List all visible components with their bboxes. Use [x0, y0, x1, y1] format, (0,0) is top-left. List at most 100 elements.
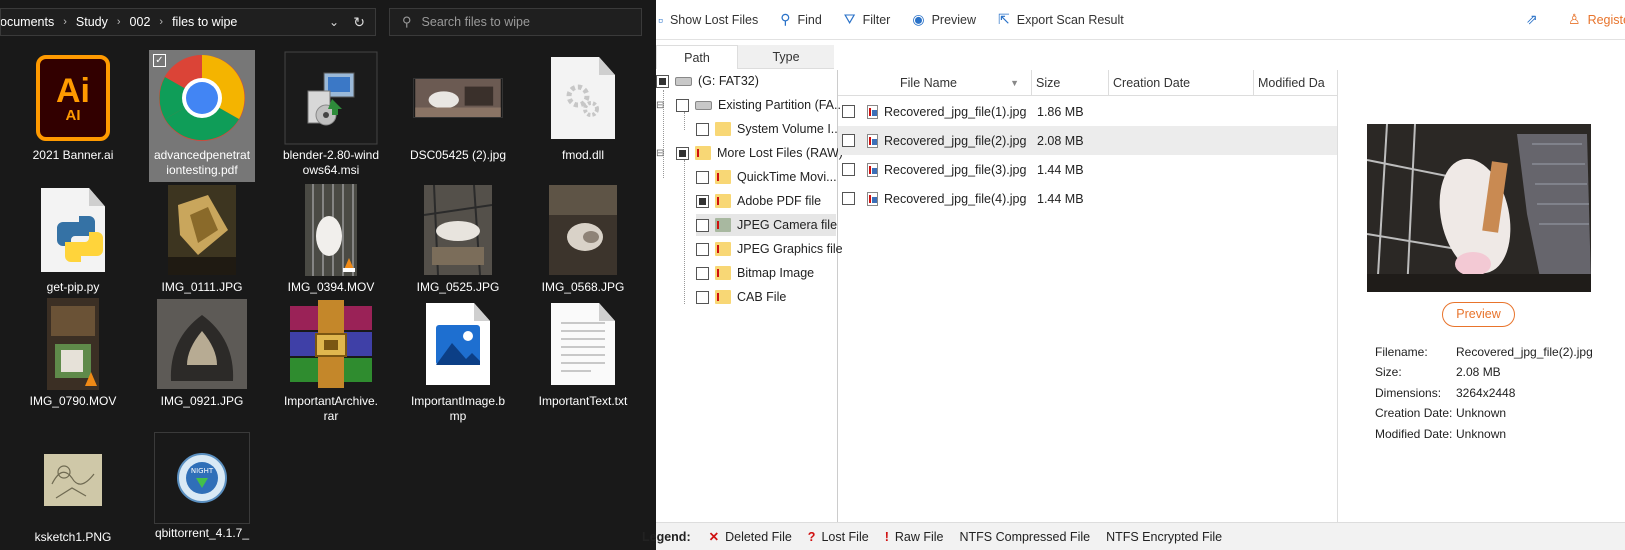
raw-icon: ! [884, 529, 889, 544]
file-item[interactable]: blender-2.80-windows64.msi [278, 50, 384, 178]
checkbox[interactable] [842, 105, 855, 118]
filter-button[interactable]: ⛛ Filter [844, 11, 891, 28]
breadcrumb-documents[interactable]: Documents [1, 15, 54, 29]
file-name: IMG_0921.JPG [160, 394, 244, 408]
checkbox[interactable] [696, 194, 709, 208]
detail-label: Modified Date: [1375, 427, 1453, 441]
legend-text: NTFS Encrypted File [1106, 529, 1223, 544]
file-item[interactable]: Ai AI 2021 Banner.ai [20, 50, 126, 163]
preview-action-button[interactable]: Preview [1442, 302, 1515, 327]
legend-ntfs-encrypted: NTFS Encrypted File [1106, 530, 1222, 544]
file-item[interactable]: ImportantArchive.rar [278, 296, 384, 424]
file-item[interactable]: IMG_0525.JPG [405, 182, 511, 295]
file-item[interactable]: IMG_0394.MOV [278, 182, 384, 295]
file-item[interactable]: ksketch1.PNG [20, 432, 126, 545]
tree-label: Bitmap Image [737, 266, 815, 280]
filter-icon: ⛛ [843, 11, 856, 27]
file-name: Recovered_jpg_file(2).jpg [884, 133, 1027, 148]
filter-label: Filter [862, 12, 891, 27]
detail-label: Filename: [1375, 345, 1428, 359]
image-file-icon [405, 296, 511, 392]
file-item[interactable]: NIGHT qbittorrent_4.1.7_ [149, 432, 255, 541]
chevron-down-icon[interactable]: ⌄ [329, 15, 339, 29]
photo-thumbnail [149, 296, 255, 392]
checkbox[interactable] [696, 242, 709, 256]
file-item[interactable]: IMG_0790.MOV [20, 296, 126, 409]
checkbox[interactable]: ✓ [153, 54, 166, 67]
search-input[interactable]: ⚲ Search files to wipe [389, 8, 642, 36]
file-item[interactable]: fmod.dll [530, 50, 636, 163]
column-label: Modified Da [1258, 76, 1325, 90]
find-button[interactable]: ⚲ Find [780, 11, 822, 28]
checkbox[interactable] [842, 163, 855, 176]
column-creation-date[interactable]: Creation Date [1109, 70, 1254, 96]
register-button[interactable]: ♙ Registe [1568, 11, 1625, 28]
photo-thumbnail [530, 182, 636, 278]
checkbox[interactable] [696, 218, 709, 232]
tab-type[interactable]: Type [738, 45, 834, 69]
show-lost-files-label: Show Lost Files [669, 12, 759, 27]
tree-item-cab[interactable]: CAB File [696, 286, 786, 308]
table-row[interactable]: Recovered_jpg_file(4).jpg 1.44 MB [838, 184, 1337, 213]
column-file-name[interactable]: File Name ▼ [838, 70, 1032, 96]
search-icon: ⚲ [402, 14, 412, 29]
checkbox[interactable] [696, 290, 709, 304]
tree-item-existing-partition[interactable]: ⊟ Existing Partition (FA... [656, 94, 844, 116]
table-row[interactable]: Recovered_jpg_file(3).jpg 1.44 MB [838, 155, 1337, 184]
tree-item-jpeg-camera[interactable]: JPEG Camera file [696, 214, 837, 236]
svg-text:NIGHT: NIGHT [191, 467, 214, 475]
file-item[interactable]: ImportantText.txt [530, 296, 636, 409]
export-icon: ⇱ [998, 11, 1010, 27]
tab-path[interactable]: Path [656, 45, 738, 69]
checkbox[interactable] [842, 192, 855, 205]
checkbox[interactable] [696, 266, 709, 280]
checkbox[interactable] [676, 98, 689, 112]
refresh-icon[interactable]: ↻ [353, 14, 365, 31]
export-scan-result-button[interactable]: ⇱ Export Scan Result [998, 11, 1124, 28]
file-name: DSC05425 (2).jpg [409, 148, 507, 162]
breadcrumb-study[interactable]: Study [76, 15, 108, 29]
show-lost-files-button[interactable]: ▫ Show Lost Files [658, 12, 758, 28]
preview-button[interactable]: ◉ Preview [912, 11, 976, 28]
tree-item-more-lost-files[interactable]: ⊟ More Lost Files (RAW) [656, 142, 843, 164]
table-row[interactable]: Recovered_jpg_file(2).jpg 2.08 MB [838, 126, 1337, 155]
installer-icon [278, 50, 384, 146]
checkbox[interactable] [842, 134, 855, 147]
file-name: IMG_0111.JPG [161, 280, 243, 294]
file-item[interactable]: DSC05425 (2).jpg [405, 50, 511, 163]
tree-item-jpeg-graphics[interactable]: JPEG Graphics file [696, 238, 843, 260]
checkbox[interactable] [696, 122, 709, 136]
share-button[interactable]: ⇗ [1526, 11, 1545, 28]
file-item[interactable]: IMG_0568.JPG [530, 182, 636, 295]
tree-item-quicktime[interactable]: QuickTime Movi... [696, 166, 837, 188]
table-row[interactable]: Recovered_jpg_file(1).jpg 1.86 MB [838, 97, 1337, 126]
column-modified-date[interactable]: Modified Da [1254, 70, 1337, 96]
file-item[interactable]: IMG_0921.JPG [149, 296, 255, 409]
checkbox[interactable] [696, 170, 709, 184]
share-icon: ⇗ [1526, 11, 1538, 27]
file-name: 2021 Banner.ai [32, 148, 114, 162]
column-label: Size [1036, 76, 1061, 90]
breadcrumb-files-to-wipe[interactable]: files to wipe [172, 15, 237, 29]
tree-item-bitmap[interactable]: Bitmap Image [696, 262, 814, 284]
jpg-file-icon [867, 133, 878, 148]
file-item[interactable]: ✓ advancedpenetrationtesting.pdf [149, 50, 255, 182]
detail-value: Recovered_jpg_file(2).jpg [1456, 345, 1593, 359]
lost-icon: ? [807, 529, 816, 544]
detail-value: Unknown [1456, 406, 1507, 420]
checkbox[interactable] [656, 74, 669, 88]
checkbox[interactable] [676, 146, 689, 160]
tree-item-system-volume[interactable]: System Volume I... [696, 118, 841, 140]
tree-item-adobe-pdf[interactable]: Adobe PDF file [696, 190, 821, 212]
export-label: Export Scan Result [1016, 12, 1124, 27]
file-name: ImportantText.txt [538, 394, 628, 408]
file-item[interactable]: get-pip.py [20, 182, 126, 295]
address-bar[interactable]: Documents › Study › 002 › files to wipe … [0, 8, 376, 36]
column-size[interactable]: Size [1032, 70, 1109, 96]
breadcrumb-002[interactable]: 002 [130, 15, 151, 29]
file-size: 1.86 MB [1037, 104, 1084, 119]
file-item[interactable]: IMG_0111.JPG [149, 182, 255, 295]
tree-root[interactable]: (G: FAT32) [656, 70, 759, 92]
python-icon [20, 182, 126, 278]
file-item[interactable]: ImportantImage.bmp [405, 296, 511, 424]
